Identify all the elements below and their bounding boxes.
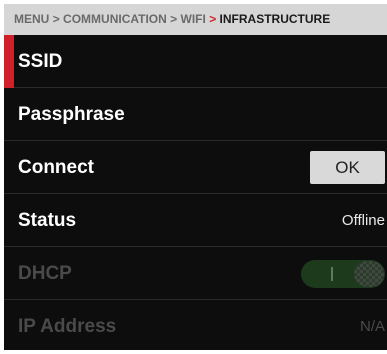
menu-row-label: Status	[18, 210, 77, 231]
breadcrumb-separator-active: >	[209, 12, 217, 26]
breadcrumb-item-communication[interactable]: COMMUNICATION	[63, 12, 167, 26]
menu-row-connect: Connect OK	[4, 141, 387, 194]
breadcrumb-current: INFRASTRUCTURE	[219, 12, 331, 26]
ip-address-value: N/A	[359, 318, 385, 335]
menu-row-status: Status Offline	[4, 194, 387, 247]
screen: MENU > COMMUNICATION > WIFI > INFRASTRUC…	[0, 0, 387, 354]
breadcrumb-item-menu[interactable]: MENU	[14, 12, 49, 26]
menu-row-label: SSID	[18, 51, 63, 72]
menu-row-passphrase[interactable]: Passphrase	[4, 88, 387, 141]
menu-row-label: DHCP	[18, 263, 72, 284]
menu-row-dhcp: DHCP	[4, 247, 387, 300]
infrastructure-menu-panel: MENU > COMMUNICATION > WIFI > INFRASTRUC…	[4, 4, 387, 350]
selection-indicator	[4, 35, 14, 88]
menu-row-label: Connect	[18, 157, 94, 178]
toggle-on-mark	[331, 267, 333, 281]
menu-row-label: Passphrase	[18, 104, 125, 125]
breadcrumb-item-wifi[interactable]: WIFI	[181, 12, 206, 26]
breadcrumb-separator: >	[52, 12, 60, 26]
dhcp-toggle[interactable]	[301, 260, 385, 288]
breadcrumb: MENU > COMMUNICATION > WIFI > INFRASTRUC…	[4, 4, 387, 35]
breadcrumb-separator: >	[170, 12, 178, 26]
status-value: Offline	[341, 212, 385, 229]
toggle-knob	[354, 261, 384, 287]
menu-row-ip-address: IP Address N/A	[4, 300, 387, 350]
menu-row-ssid[interactable]: SSID	[4, 35, 387, 88]
connect-ok-button[interactable]: OK	[310, 151, 385, 184]
menu-row-label: IP Address	[18, 316, 117, 337]
